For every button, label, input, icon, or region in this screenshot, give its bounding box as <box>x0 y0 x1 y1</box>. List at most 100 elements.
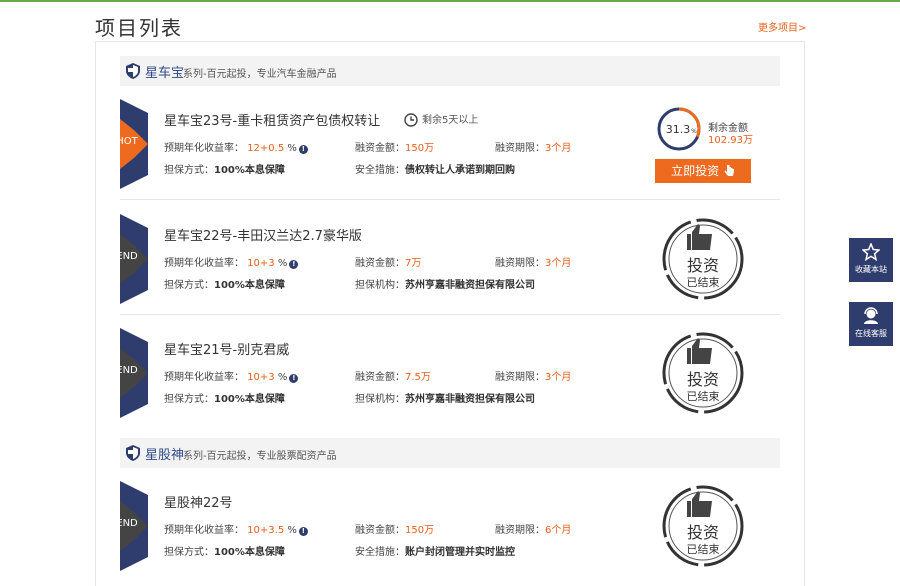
thumbs-up-icon <box>692 224 712 250</box>
online-service-button[interactable]: 在线客服 <box>849 302 893 346</box>
amount-value: 150万 <box>405 143 435 154</box>
page-title: 项目列表 <box>95 16 183 40</box>
rate-row: 预期年化收益率： 10+3.5 %! <box>164 521 308 536</box>
project-title[interactable]: 星车宝21号-别克君威 <box>164 339 289 358</box>
extra-label: 担保机构： <box>355 394 405 405</box>
guarantee-label: 担保方式： <box>164 547 214 558</box>
term-label: 融资期限： <box>495 258 545 269</box>
rate-unit: % <box>287 143 297 154</box>
extra-label: 安全措施： <box>355 547 405 558</box>
hand-pointer-icon <box>724 165 734 176</box>
invest-now-button[interactable]: 立即投资 <box>655 159 751 183</box>
project-title[interactable]: 星车宝22号-丰田汉兰达2.7豪华版 <box>164 225 362 244</box>
favorite-site-button[interactable]: 收藏本站 <box>849 238 893 282</box>
info-icon[interactable]: ! <box>289 260 299 269</box>
guarantee-value: 100%本息保障 <box>214 280 285 291</box>
investment-ended-stamp: 投资 已结束 <box>662 485 744 567</box>
ribbon-label: END <box>116 518 138 529</box>
info-icon[interactable]: ! <box>289 374 299 383</box>
rate-value: 10+3 <box>247 372 275 383</box>
amount-field: 融资金额：7万 <box>355 254 421 269</box>
rate-row: 预期年化收益率： 10+3 %! <box>164 254 299 269</box>
guarantee-label: 担保方式： <box>164 394 214 405</box>
progress-donut: 31.3 % <box>657 107 701 151</box>
stamp-top-text: 投资 <box>687 523 719 542</box>
progress-text: 31.3 <box>666 123 691 136</box>
amount-value: 150万 <box>405 525 435 536</box>
project-item-21: END 星车宝21号-别克君威 预期年化收益率： 10+3 %! 融资金额：7.… <box>106 328 780 418</box>
extra-value: 债权转让人承诺到期回购 <box>405 165 515 176</box>
rate-row: 预期年化收益率： 10+3 %! <box>164 368 299 383</box>
amount-field: 融资金额：150万 <box>355 139 434 154</box>
customer-service-icon <box>864 307 878 324</box>
top-accent-line <box>0 0 900 2</box>
guarantee-row: 担保方式：100%本息保障 <box>164 543 285 558</box>
item-divider <box>120 314 780 315</box>
stamp-top-text: 投资 <box>687 256 719 275</box>
rate-label: 预期年化收益率： <box>164 525 244 536</box>
term-value: 3个月 <box>545 258 572 269</box>
guarantee-value: 100%本息保障 <box>214 547 285 558</box>
rate-value: 12+0.5 <box>247 143 285 154</box>
project-item-22: END 星车宝22号-丰田汉兰达2.7豪华版 预期年化收益率： 10+3 %! … <box>106 214 780 304</box>
term-field: 融资期限：3个月 <box>495 368 571 383</box>
investment-ended-stamp: 投资 已结束 <box>662 332 744 414</box>
thumbs-up-icon <box>692 491 712 517</box>
ribbon-label: HOT <box>116 136 138 147</box>
invest-button-label: 立即投资 <box>671 164 720 178</box>
extra-field: 担保机构：苏州亨嘉非融资担保有限公司 <box>355 390 535 405</box>
amount-label: 融资金额： <box>355 372 405 383</box>
extra-value: 苏州亨嘉非融资担保有限公司 <box>405 280 535 291</box>
amount-field: 融资金额：150万 <box>355 521 434 536</box>
term-value: 3个月 <box>545 372 572 383</box>
favorite-label: 收藏本站 <box>855 265 887 274</box>
extra-label: 安全措施： <box>355 165 405 176</box>
project-title[interactable]: 星车宝23号-重卡租赁资产包债权转让 <box>164 110 380 129</box>
remain-value: 102.93万 <box>708 135 753 146</box>
info-icon[interactable]: ! <box>298 527 308 536</box>
stamp-top-text: 投资 <box>687 370 719 389</box>
series-header-xingchebao: 星车宝 系列-百元起投，专业汽车金融产品 <box>120 56 780 86</box>
amount-value: 7万 <box>405 258 422 269</box>
hot-ribbon: HOT <box>106 99 148 189</box>
service-label: 在线客服 <box>855 329 887 338</box>
series-name[interactable]: 星股神 <box>145 444 184 463</box>
stamp-bottom-text: 已结束 <box>687 276 720 289</box>
series-name[interactable]: 星车宝 <box>145 62 184 81</box>
more-projects-link[interactable]: 更多项目> <box>758 19 806 34</box>
end-ribbon: END <box>106 214 148 304</box>
rate-value: 10+3.5 <box>247 525 285 536</box>
amount-value: 7.5万 <box>405 372 431 383</box>
timer-text: 剩余5天以上 <box>422 115 479 126</box>
rate-unit: % <box>277 372 288 383</box>
rate-label: 预期年化收益率： <box>164 143 244 154</box>
extra-field: 担保机构：苏州亨嘉非融资担保有限公司 <box>355 276 535 291</box>
series-desc: 系列-百元起投，专业汽车金融产品 <box>183 69 337 80</box>
term-label: 融资期限： <box>495 372 545 383</box>
term-value: 3个月 <box>545 143 572 154</box>
term-value: 6个月 <box>545 525 572 536</box>
extra-value: 账户封闭管理并实时监控 <box>405 547 515 558</box>
info-icon[interactable]: ! <box>298 145 308 154</box>
guarantee-row: 担保方式：100%本息保障 <box>164 390 285 405</box>
guarantee-value: 100%本息保障 <box>214 394 285 405</box>
shield-icon <box>126 445 140 461</box>
clock-icon <box>404 113 418 127</box>
amount-field: 融资金额：7.5万 <box>355 368 431 383</box>
series-desc: 系列-百元起投，专业股票配资产品 <box>183 451 337 462</box>
end-ribbon: END <box>106 328 148 418</box>
rate-unit: % <box>287 525 297 536</box>
guarantee-row: 担保方式：100%本息保障 <box>164 276 285 291</box>
series-header-xinggushen: 星股神 系列-百元起投，专业股票配资产品 <box>120 438 780 468</box>
term-field: 融资期限：3个月 <box>495 254 571 269</box>
guarantee-label: 担保方式： <box>164 280 214 291</box>
rate-row: 预期年化收益率： 12+0.5 %! <box>164 139 308 154</box>
guarantee-label: 担保方式： <box>164 165 214 176</box>
rate-value: 10+3 <box>247 258 275 269</box>
progress-unit: % <box>691 128 697 135</box>
project-title[interactable]: 星股神22号 <box>164 492 233 511</box>
star-icon <box>862 243 880 261</box>
term-label: 融资期限： <box>495 143 545 154</box>
time-remaining: 剩余5天以上 <box>404 111 478 127</box>
rate-label: 预期年化收益率： <box>164 372 244 383</box>
